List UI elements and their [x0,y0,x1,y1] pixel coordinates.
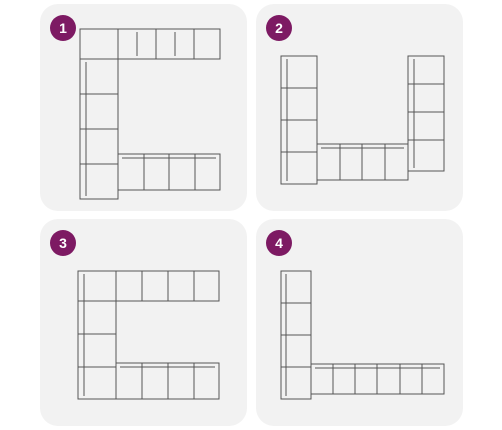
configuration-option-1[interactable]: 1 [40,4,247,211]
cube [80,29,118,59]
bookcase-drawing [256,219,463,426]
tower [408,56,444,171]
bookcase-drawing [40,219,247,426]
bookcase-drawing [40,4,247,211]
configuration-option-2[interactable]: 2 [256,4,463,211]
cube [78,271,219,301]
configuration-option-4[interactable]: 4 [256,219,463,426]
cube [194,29,220,59]
configuration-option-3[interactable]: 3 [40,219,247,426]
bookcase-drawing [256,4,463,211]
